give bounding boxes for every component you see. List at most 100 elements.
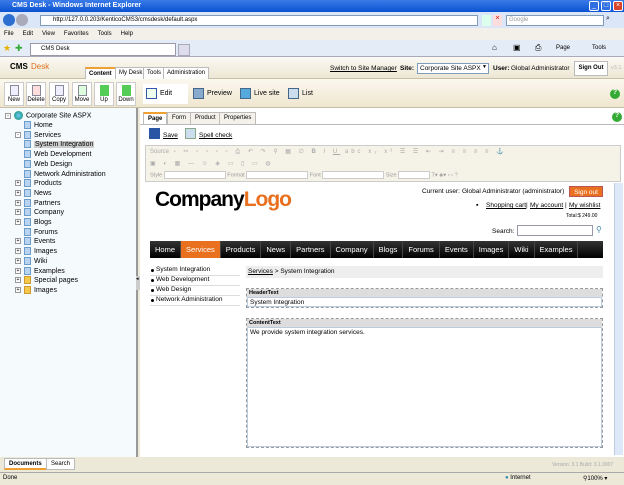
- tree-node[interactable]: - Services: [15, 130, 61, 139]
- expand-toggle-icon[interactable]: +: [15, 189, 21, 196]
- sign-out-button[interactable]: Sign Out: [574, 61, 608, 76]
- tree-node[interactable]: Web Development: [24, 150, 91, 159]
- tree-node[interactable]: + Events: [15, 237, 55, 246]
- expand-toggle-icon[interactable]: +: [15, 199, 21, 206]
- tab-properties[interactable]: Properties: [219, 112, 257, 124]
- menu-file[interactable]: File: [4, 31, 14, 37]
- site-menu-item[interactable]: Company: [331, 241, 374, 258]
- move-button[interactable]: Move: [72, 82, 92, 106]
- url-input[interactable]: http://127.0.0.203/KenticoCMS3/cmsdesk/d…: [40, 15, 478, 26]
- tree-node[interactable]: Web Design: [24, 159, 72, 168]
- print-icon[interactable]: ⎙: [535, 43, 541, 53]
- tree-node[interactable]: Home: [15, 121, 53, 129]
- site-select[interactable]: Corporate Site ASPX ▼: [417, 63, 489, 74]
- tree-node[interactable]: + Images: [15, 247, 57, 256]
- search-icon[interactable]: ⌕: [606, 15, 620, 26]
- down-button[interactable]: Down: [116, 82, 136, 106]
- menu-help[interactable]: Help: [121, 31, 133, 37]
- size-select[interactable]: [398, 171, 431, 179]
- site-sign-out-button[interactable]: Sign out: [569, 186, 603, 197]
- tab-my-desk[interactable]: My Desk: [115, 67, 147, 79]
- site-menu-item[interactable]: Services: [181, 241, 221, 258]
- refresh-icon[interactable]: [482, 15, 491, 26]
- list-mode-button[interactable]: List: [288, 88, 313, 99]
- expand-toggle-icon[interactable]: +: [15, 180, 21, 187]
- add-favorites-icon[interactable]: ✚: [15, 43, 23, 54]
- font-select[interactable]: [322, 171, 385, 179]
- tree-node[interactable]: Forums: [15, 227, 58, 236]
- page-menu[interactable]: Page: [556, 45, 570, 51]
- editor-toolbar-row1[interactable]: Source ▫ ✂ ▫ ▫ ▫ ▫ ⎙ ↶ ↷ ⚲ ▦ ∅ B I U abc…: [150, 148, 616, 158]
- menu-edit[interactable]: Edit: [23, 31, 33, 37]
- stop-icon[interactable]: ×: [493, 15, 502, 26]
- tab-search[interactable]: Search: [46, 458, 76, 470]
- live-site-button[interactable]: Live site: [240, 88, 280, 99]
- preview-mode-button[interactable]: Preview: [193, 88, 232, 99]
- close-button[interactable]: ×: [613, 1, 623, 11]
- site-menu-item[interactable]: Partners: [291, 241, 331, 258]
- site-left-nav-item[interactable]: Network Administration: [150, 296, 240, 306]
- tab-product[interactable]: Product: [190, 112, 221, 124]
- site-menu-item[interactable]: Events: [440, 241, 474, 258]
- site-left-nav-item[interactable]: Web Development: [150, 276, 240, 286]
- expand-toggle-icon[interactable]: +: [15, 267, 21, 274]
- tree-node[interactable]: + Blogs: [15, 218, 52, 226]
- home-icon[interactable]: ⌂: [492, 43, 497, 52]
- site-menu-item[interactable]: News: [261, 241, 292, 258]
- tab-tools[interactable]: Tools: [143, 67, 166, 79]
- tree-node[interactable]: + Special pages: [15, 276, 78, 285]
- tab-form[interactable]: Form: [167, 112, 191, 124]
- style-select[interactable]: [163, 171, 226, 179]
- content-text-area[interactable]: We provide system integration services.: [247, 327, 602, 447]
- header-text-input[interactable]: System Integration: [247, 297, 602, 307]
- breadcrumb-services-link[interactable]: Services: [248, 268, 273, 275]
- tools-menu[interactable]: Tools: [592, 45, 606, 51]
- site-menu-item[interactable]: Images: [474, 241, 510, 258]
- help-icon[interactable]: ?: [612, 112, 622, 122]
- expand-toggle-icon[interactable]: +: [15, 238, 21, 245]
- color-buttons[interactable]: T▾ ◈▾ ▫ ▫ ?: [432, 172, 458, 178]
- tab-content[interactable]: Content: [85, 67, 116, 79]
- expand-toggle-icon[interactable]: +: [15, 248, 21, 255]
- maximize-button[interactable]: □: [601, 1, 611, 11]
- zoom-level[interactable]: ⚲100% ▾: [583, 475, 607, 482]
- expand-toggle-icon[interactable]: +: [15, 286, 21, 293]
- site-left-nav-item[interactable]: System Integration: [150, 266, 240, 276]
- save-link[interactable]: Save: [163, 132, 178, 139]
- site-menu-item[interactable]: Forums: [403, 241, 440, 258]
- tree-node[interactable]: + News: [15, 188, 52, 197]
- tree-node[interactable]: + Wiki: [15, 256, 47, 265]
- back-icon[interactable]: [3, 14, 15, 26]
- site-menu-item[interactable]: Wiki: [509, 241, 535, 258]
- expand-toggle-icon[interactable]: -: [15, 131, 21, 138]
- tab-documents[interactable]: Documents: [4, 458, 47, 470]
- new-button[interactable]: New: [4, 82, 24, 106]
- copy-button[interactable]: Copy: [49, 82, 69, 106]
- menu-view[interactable]: View: [42, 31, 55, 37]
- expand-toggle-icon[interactable]: +: [15, 277, 21, 284]
- spell-check-link[interactable]: Spell check: [199, 132, 232, 139]
- site-menu-item[interactable]: Blogs: [374, 241, 404, 258]
- new-tab-button[interactable]: [178, 44, 190, 56]
- site-search-input[interactable]: [517, 225, 593, 236]
- tree-node[interactable]: + Products: [15, 179, 62, 188]
- site-menu-item[interactable]: Home: [150, 241, 182, 258]
- my-account-link[interactable]: My account: [530, 202, 563, 209]
- menu-favorites[interactable]: Favorites: [64, 31, 89, 37]
- expand-toggle-icon[interactable]: +: [15, 219, 21, 225]
- expand-toggle-icon[interactable]: +: [15, 257, 21, 264]
- help-icon[interactable]: ?: [610, 89, 620, 99]
- menu-tools[interactable]: Tools: [98, 31, 112, 37]
- expand-toggle-icon[interactable]: +: [15, 209, 21, 216]
- tree-node[interactable]: + Company: [15, 208, 64, 217]
- editor-toolbar-row2[interactable]: ▣ ◐ ▦ ― ☺ ◈ ▭ ▯ ▭ ◍: [150, 160, 350, 170]
- switch-site-manager-link[interactable]: Switch to Site Manager: [330, 65, 397, 72]
- site-menu-item[interactable]: Examples: [535, 241, 579, 258]
- browser-tab[interactable]: CMS Desk: [30, 43, 176, 56]
- tree-node[interactable]: + Partners: [15, 198, 60, 207]
- tree-node[interactable]: + Images: [15, 285, 57, 294]
- tree-node[interactable]: System Integration: [24, 140, 95, 149]
- forward-icon[interactable]: [16, 14, 28, 26]
- tab-page[interactable]: Page: [143, 112, 168, 124]
- feeds-icon[interactable]: ▣: [513, 43, 521, 52]
